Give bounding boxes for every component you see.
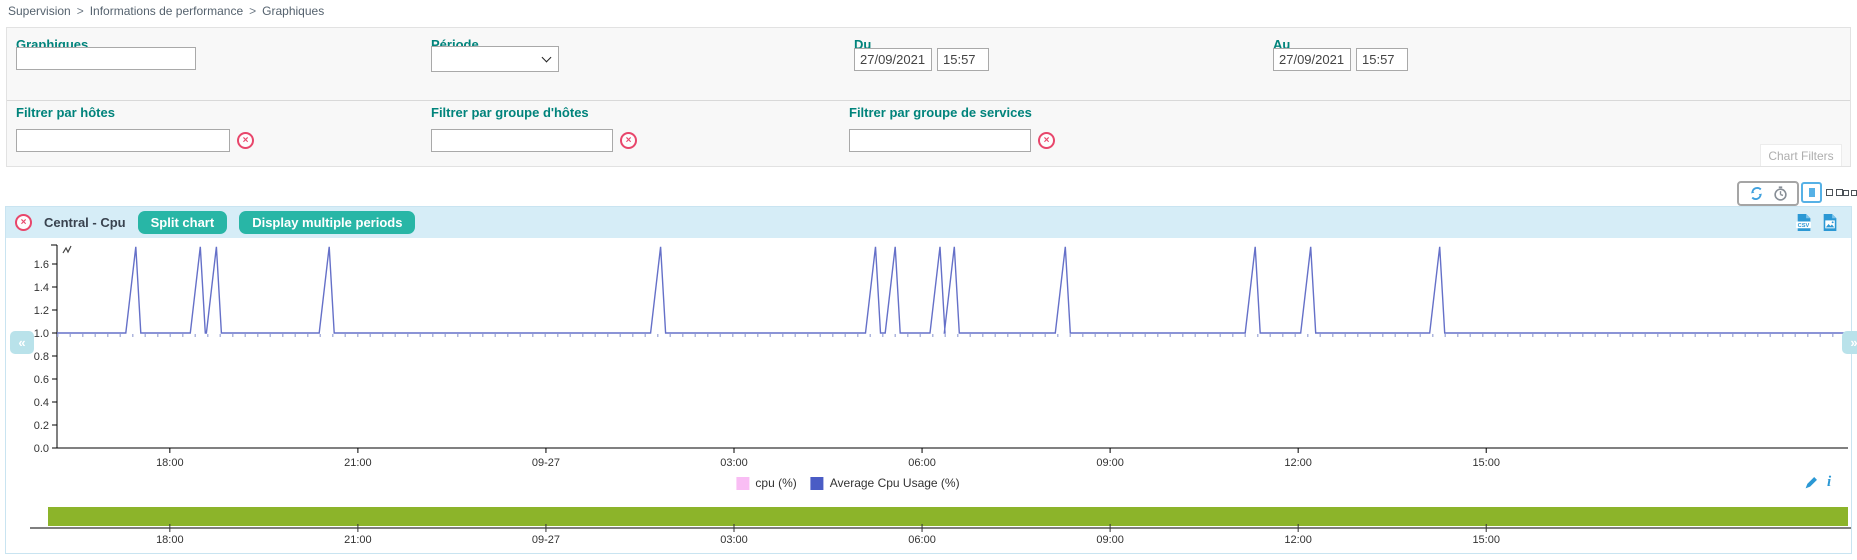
servicegroup-filter-input[interactable]	[849, 129, 1031, 152]
clear-servicegroup-filter-icon[interactable]: ×	[1038, 132, 1055, 149]
du-time-input[interactable]	[937, 48, 989, 71]
svg-text:CSV: CSV	[1798, 223, 1810, 229]
timeline-tick-label: 09:00	[1096, 534, 1124, 546]
cpu-line-chart: 0.0 0.2 0.4 0.6 0.8 1.0 1.2 1.4 1.6 18:00 21:00 09-…	[5, 238, 1852, 470]
legend-tools: i	[1804, 474, 1831, 491]
x-tick-label: 06:00	[908, 457, 936, 469]
y-tick-label: 0.4	[34, 397, 49, 409]
du-date-input[interactable]	[854, 48, 932, 71]
x-tick-label: 21:00	[344, 457, 372, 469]
periode-select[interactable]	[431, 46, 559, 72]
hostgroup-filter-label: Filtrer par groupe d'hôtes	[431, 105, 589, 120]
y-tick-label: 0.0	[34, 443, 49, 455]
y-tick-label: 0.8	[34, 351, 49, 363]
x-tick-label: 18:00	[156, 457, 184, 469]
refresh-toolbar	[1737, 181, 1799, 206]
export-image-icon[interactable]	[1820, 213, 1839, 232]
display-multiple-periods-button[interactable]: Display multiple periods	[239, 211, 415, 234]
pan-right-button[interactable]: »	[1842, 331, 1857, 354]
single-column-view-button[interactable]	[1801, 182, 1822, 203]
clock-icon[interactable]	[1773, 186, 1788, 201]
timeline-axis: 18:00 21:00 09-27 03:00 06:00 09:00 12:00 15:00	[5, 524, 1852, 546]
split-chart-button[interactable]: Split chart	[138, 211, 228, 234]
timeline-tick-label: 03:00	[720, 534, 748, 546]
single-column-view-icon	[1809, 188, 1815, 197]
remove-chart-icon[interactable]: ×	[15, 214, 32, 231]
au-time-input[interactable]	[1356, 48, 1408, 71]
breadcrumb-item-performance[interactable]: Informations de performance	[90, 4, 243, 18]
legend-swatch[interactable]	[736, 477, 749, 490]
y-tick-label: 1.4	[34, 282, 49, 294]
x-tick-label: 12:00	[1284, 457, 1312, 469]
pencil-icon[interactable]	[1804, 475, 1819, 490]
au-date-input[interactable]	[1273, 48, 1351, 71]
three-column-view-button[interactable]	[1843, 190, 1857, 196]
breadcrumb-item-graphiques[interactable]: Graphiques	[262, 4, 324, 18]
x-tick-label: 03:00	[720, 457, 748, 469]
hostgroup-filter-input[interactable]	[431, 129, 613, 152]
plot-corner-icon	[63, 246, 71, 253]
timeline-tick-label: 06:00	[908, 534, 936, 546]
breadcrumb-separator: >	[249, 4, 256, 18]
y-tick-label: 0.2	[34, 420, 49, 432]
two-column-view-button[interactable]	[1826, 189, 1843, 196]
graphiques-input[interactable]	[16, 47, 196, 70]
breadcrumb: Supervision > Informations de performance >…	[8, 4, 324, 18]
timeline-tick-label: 18:00	[156, 534, 184, 546]
y-tick-label: 1.2	[34, 305, 49, 317]
info-icon[interactable]: i	[1827, 474, 1831, 491]
timeline-tick-label: 15:00	[1472, 534, 1500, 546]
host-filter-input[interactable]	[16, 129, 230, 152]
pan-left-button[interactable]: «	[10, 331, 34, 354]
clear-hostgroup-filter-icon[interactable]: ×	[620, 132, 637, 149]
chart-legend: cpu (%) Average Cpu Usage (%)	[736, 476, 967, 490]
timeline-tick-label: 12:00	[1284, 534, 1312, 546]
y-tick-label: 0.6	[34, 374, 49, 386]
chart-header: × Central - Cpu Split chart Display mult…	[6, 207, 1851, 238]
three-column-view-icon	[1843, 190, 1849, 196]
legend-label: Average Cpu Usage (%)	[830, 476, 960, 490]
export-csv-icon[interactable]: CSV	[1794, 213, 1813, 232]
filter-panel: Graphiques Période Du Au Filtrer par hôt…	[6, 27, 1851, 167]
legend-label: cpu (%)	[755, 476, 796, 490]
average-cpu-line	[57, 247, 1848, 333]
host-filter-label: Filtrer par hôtes	[16, 105, 115, 120]
timeline-tick-label: 09-27	[532, 534, 560, 546]
filter-row-divider	[7, 100, 1850, 101]
y-tick-label: 1.6	[34, 259, 49, 271]
legend-swatch[interactable]	[811, 477, 824, 490]
breadcrumb-separator: >	[77, 4, 84, 18]
servicegroup-filter-label: Filtrer par groupe de services	[849, 105, 1032, 120]
chart-filters-tab[interactable]: Chart Filters	[1760, 144, 1842, 166]
clear-host-filter-icon[interactable]: ×	[237, 132, 254, 149]
periode-select-wrap	[431, 46, 559, 72]
x-tick-label: 15:00	[1472, 457, 1500, 469]
page: { "breadcrumb": { "separator": ">", "ite…	[0, 0, 1857, 560]
export-icons: CSV	[1794, 213, 1839, 232]
breadcrumb-item-supervision[interactable]: Supervision	[8, 4, 71, 18]
two-column-view-icon	[1826, 189, 1833, 196]
refresh-icon[interactable]	[1749, 186, 1764, 201]
y-tick-label: 1.0	[34, 328, 49, 340]
x-tick-label: 09-27	[532, 457, 560, 469]
chart-title: Central - Cpu	[44, 215, 126, 230]
timeline-tick-label: 21:00	[344, 534, 372, 546]
x-tick-label: 09:00	[1096, 457, 1124, 469]
